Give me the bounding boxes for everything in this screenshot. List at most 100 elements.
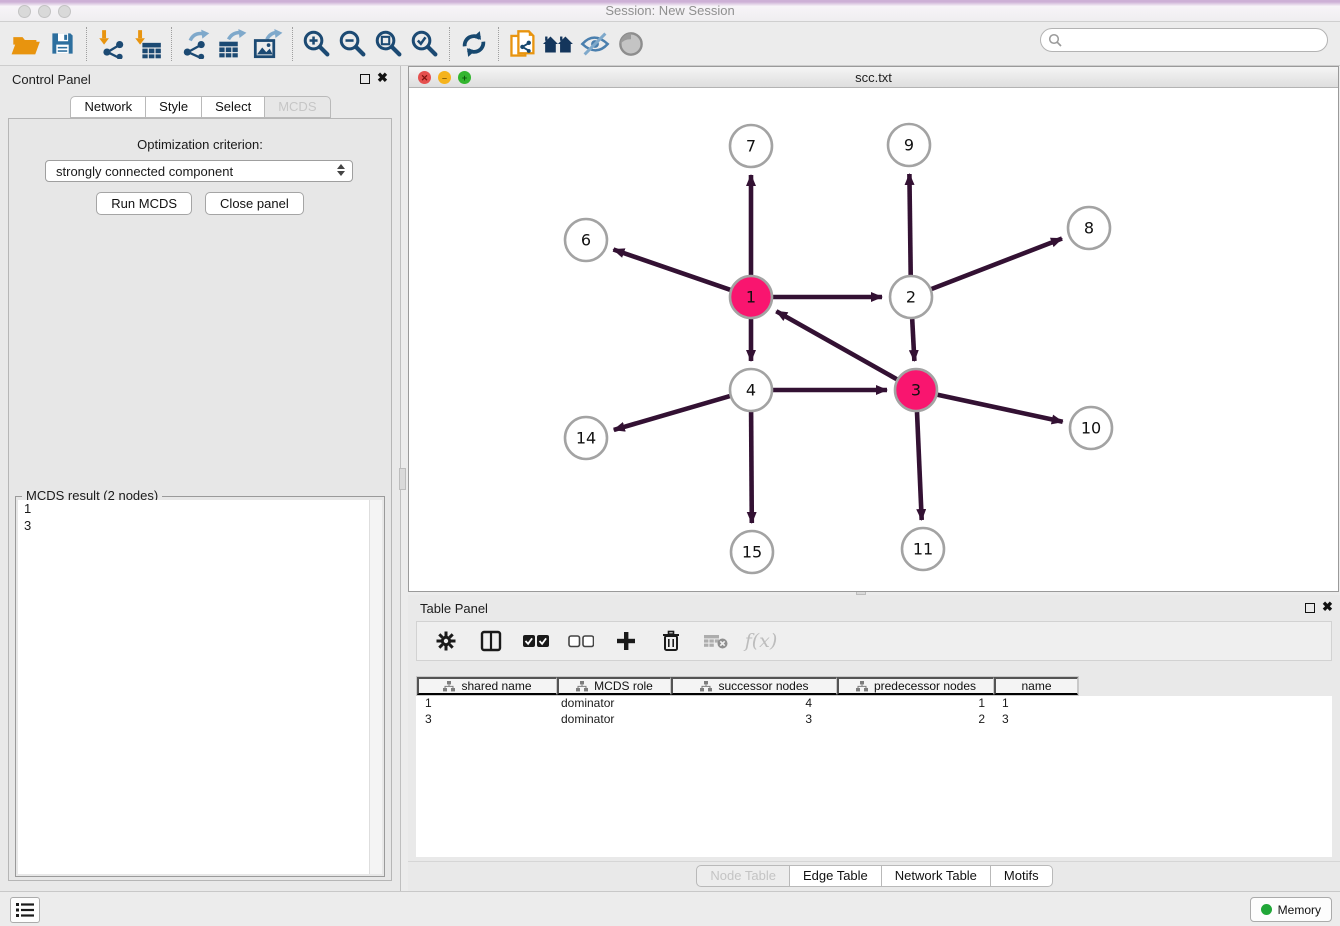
select-all-button[interactable] [521,626,551,656]
tab-network-table[interactable]: Network Table [881,865,991,887]
graph-edge-4-15[interactable] [751,412,752,523]
save-session-button[interactable] [44,26,80,62]
graph-edge-3-11[interactable] [917,412,922,520]
memory-button[interactable]: Memory [1250,897,1332,922]
result-scrollbar[interactable] [369,500,382,874]
column-header-mcds-role[interactable]: MCDS role [557,677,671,695]
add-column-button[interactable] [611,626,641,656]
graph-node-8[interactable]: 8 [1068,207,1110,249]
graph-node-1[interactable]: 1 [730,276,772,318]
tab-edge-table[interactable]: Edge Table [789,865,882,887]
tree-icon [856,681,868,692]
apply-layout-button[interactable] [456,26,492,62]
graph-node-label: 2 [906,288,916,307]
graph-node-label: 7 [746,137,756,156]
graph-edge-4-14[interactable] [614,396,730,430]
graph-node-6[interactable]: 6 [565,219,607,261]
optimization-criterion-select[interactable]: strongly connected component [45,160,353,182]
control-panel-close-button[interactable]: ✖ [377,71,388,85]
graph-node-3[interactable]: 3 [895,369,937,411]
search-input[interactable] [1066,31,1327,49]
control-panel-float-button[interactable] [360,74,370,84]
cell-mcds-role: dominator [556,712,670,728]
import-table-button[interactable] [129,26,165,62]
tab-select[interactable]: Select [201,96,265,118]
control-panel-tabs: Network Style Select MCDS [0,96,400,118]
tab-mcds[interactable]: MCDS [264,96,330,118]
graph-edge-2-8[interactable] [932,239,1063,290]
graph-node-9[interactable]: 9 [888,124,930,166]
clone-network-button[interactable] [505,26,541,62]
control-panel-title: Control Panel [12,72,91,87]
column-header-successor-nodes[interactable]: successor nodes [671,677,837,695]
graph-edge-2-9[interactable] [909,174,910,275]
zoom-in-button[interactable] [299,26,335,62]
delete-table-icon [703,632,729,650]
show-columns-button[interactable] [476,626,506,656]
graph-node-7[interactable]: 7 [730,125,772,167]
mcds-result-list[interactable]: 1 3 [18,500,382,874]
table-row[interactable]: 3 dominator 3 2 3 [416,712,1332,728]
show-all-button[interactable] [613,26,649,62]
delete-column-button[interactable] [656,626,686,656]
graph-node-14[interactable]: 14 [565,417,607,459]
run-mcds-button[interactable]: Run MCDS [96,192,192,215]
cell-successor-nodes: 4 [670,696,836,712]
cell-name: 3 [993,712,1077,728]
zoom-out-button[interactable] [335,26,371,62]
toolbar-separator [86,27,87,61]
tab-style[interactable]: Style [145,96,202,118]
export-image-button[interactable] [250,26,286,62]
column-header-shared-name[interactable]: shared name [417,677,557,695]
zoom-fit-button[interactable] [371,26,407,62]
tab-network[interactable]: Network [70,96,146,118]
tab-motifs[interactable]: Motifs [990,865,1053,887]
open-session-button[interactable] [8,26,44,62]
graph-edge-2-3[interactable] [912,319,914,361]
select-stepper-icon [337,164,345,176]
zoom-selected-button[interactable] [407,26,443,62]
table-options-button[interactable] [431,626,461,656]
list-icon [16,902,34,918]
destroy-table-button[interactable] [701,626,731,656]
task-history-button[interactable] [10,897,40,923]
column-label: shared name [461,679,531,693]
hide-selected-button[interactable] [577,26,613,62]
graph-node-11[interactable]: 11 [902,528,944,570]
graph-node-10[interactable]: 10 [1070,407,1112,449]
table-panel-close-button[interactable]: ✖ [1322,600,1333,614]
graph-node-label: 6 [581,231,591,250]
cell-name: 1 [993,696,1077,712]
home-view-button[interactable] [541,26,577,62]
column-label: MCDS role [594,679,653,693]
search-icon [1048,33,1062,47]
unselect-all-button[interactable] [566,626,596,656]
network-canvas[interactable]: 7 9 6 8 1 2 4 3 14 10 15 11 [409,88,1338,591]
export-network-button[interactable] [178,26,214,62]
tree-icon [576,681,588,692]
graph-node-4[interactable]: 4 [730,369,772,411]
network-window-titlebar: ✕ – + scc.txt [409,67,1338,88]
graph-node-15[interactable]: 15 [731,531,773,573]
grey-eye-icon [618,31,644,57]
column-header-name[interactable]: name [994,677,1078,695]
table-panel-float-button[interactable] [1305,603,1315,613]
graph-edge-3-10[interactable] [938,395,1063,422]
control-panel: Control Panel ✖ Network Style Select MCD… [0,66,401,891]
function-builder-button[interactable]: f(x) [746,626,776,656]
graph-edge-3-1[interactable] [776,311,897,379]
save-floppy-icon [49,30,76,57]
export-network-icon [181,29,211,59]
vertical-split-grip[interactable] [399,468,406,490]
table-row[interactable]: 1 dominator 4 1 1 [416,696,1332,712]
graph-node-2[interactable]: 2 [890,276,932,318]
search-field[interactable] [1040,28,1328,52]
close-panel-button[interactable]: Close panel [205,192,304,215]
tab-node-table[interactable]: Node Table [696,865,790,887]
import-network-button[interactable] [93,26,129,62]
export-table-button[interactable] [214,26,250,62]
graph-edge-1-6[interactable] [613,250,730,290]
toolbar-separator [498,27,499,61]
column-header-predecessor-nodes[interactable]: predecessor nodes [837,677,994,695]
zoom-out-icon [338,29,368,59]
